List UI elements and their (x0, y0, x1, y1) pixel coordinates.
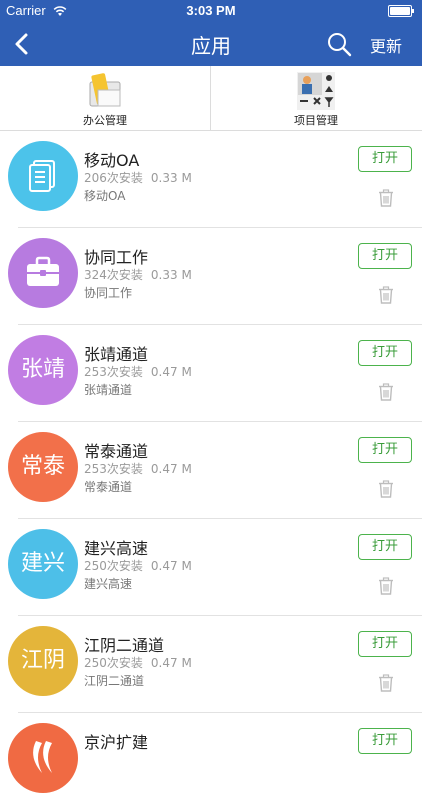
open-button[interactable]: 打开 (358, 243, 412, 269)
category-project-management[interactable]: 项目管理 (211, 66, 421, 130)
search-icon[interactable] (326, 31, 352, 57)
category-label: 项目管理 (294, 114, 338, 127)
refresh-button[interactable]: 更新 (370, 33, 402, 57)
app-name: 张靖通道 (84, 345, 149, 364)
app-avatar (8, 723, 78, 793)
trash-icon[interactable] (377, 674, 395, 692)
app-name: 京沪扩建 (84, 733, 149, 752)
list-item[interactable]: 移动OA 206次安装 0.33 M 移动OA 打开 (0, 131, 422, 228)
navigation-bar: 应用 更新 (0, 22, 422, 66)
app-meta: 250次安装 0.47 M (84, 557, 192, 574)
install-count: 324次安装 (84, 268, 143, 282)
trash-icon[interactable] (377, 480, 395, 498)
app-size: 0.47 M (150, 365, 192, 379)
app-size: 0.47 M (150, 656, 192, 670)
app-name: 协同工作 (84, 248, 149, 267)
trash-icon[interactable] (377, 577, 395, 595)
category-tabs: 办公管理 项目管理 (0, 66, 422, 131)
install-count: 253次安装 (84, 365, 143, 379)
category-office-management[interactable]: 办公管理 (0, 66, 211, 130)
app-meta: 206次安装 0.33 M (84, 169, 192, 186)
briefcase-icon (27, 256, 59, 286)
app-description: 协同工作 (84, 286, 133, 300)
office-folder-icon (89, 73, 121, 107)
list-item[interactable]: 建兴 建兴高速 250次安装 0.47 M 建兴高速 打开 (0, 519, 422, 616)
trash-icon[interactable] (377, 189, 395, 207)
app-avatar (8, 238, 78, 308)
app-size: 0.47 M (150, 462, 192, 476)
install-count: 253次安装 (84, 462, 143, 476)
trash-icon[interactable] (377, 286, 395, 304)
swoosh-logo-icon (33, 741, 52, 773)
install-count: 250次安装 (84, 559, 143, 573)
document-icon (29, 160, 55, 192)
list-item[interactable]: 常泰 常泰通道 253次安装 0.47 M 常泰通道 打开 (0, 422, 422, 519)
app-description: 移动OA (84, 189, 126, 203)
open-button[interactable]: 打开 (358, 437, 412, 463)
app-avatar (8, 141, 78, 211)
list-item[interactable]: 江阴 江阴二通道 250次安装 0.47 M 江阴二通道 打开 (0, 616, 422, 713)
trash-icon[interactable] (377, 383, 395, 401)
app-name: 江阴二通道 (84, 636, 165, 655)
open-button[interactable]: 打开 (358, 631, 412, 657)
list-item[interactable]: 京沪扩建 打开 (0, 713, 422, 810)
install-count: 206次安装 (84, 171, 143, 185)
open-button[interactable]: 打开 (358, 340, 412, 366)
install-count: 250次安装 (84, 656, 143, 670)
app-avatar: 建兴 (8, 529, 78, 599)
app-size: 0.47 M (150, 559, 192, 573)
app-description: 张靖通道 (84, 383, 133, 397)
app-meta: 324次安装 0.33 M (84, 266, 192, 283)
app-description: 建兴高速 (84, 577, 133, 591)
open-button[interactable]: 打开 (358, 534, 412, 560)
app-name: 建兴高速 (84, 539, 149, 558)
app-name: 常泰通道 (84, 442, 149, 461)
open-button[interactable]: 打开 (358, 728, 412, 754)
app-avatar: 江阴 (8, 626, 78, 696)
app-size: 0.33 M (150, 268, 192, 282)
open-button[interactable]: 打开 (358, 146, 412, 172)
list-item[interactable]: 张靖 张靖通道 253次安装 0.47 M 张靖通道 打开 (0, 325, 422, 422)
app-name: 移动OA (84, 151, 140, 170)
category-label: 办公管理 (83, 114, 127, 127)
clock: 3:03 PM (186, 3, 236, 18)
status-bar: Carrier 3:03 PM (0, 0, 422, 22)
app-avatar: 张靖 (8, 335, 78, 405)
app-meta: 253次安装 0.47 M (84, 460, 192, 477)
list-item[interactable]: 协同工作 324次安装 0.33 M 协同工作 打开 (0, 228, 422, 325)
page-title: 应用 (191, 34, 231, 58)
app-meta: 250次安装 0.47 M (84, 654, 192, 671)
project-tools-icon (297, 72, 335, 110)
app-description: 江阴二通道 (84, 674, 145, 688)
app-size: 0.33 M (150, 171, 192, 185)
app-avatar: 常泰 (8, 432, 78, 502)
app-meta: 253次安装 0.47 M (84, 363, 192, 380)
app-description: 常泰通道 (84, 480, 133, 494)
battery-icon (388, 5, 414, 17)
